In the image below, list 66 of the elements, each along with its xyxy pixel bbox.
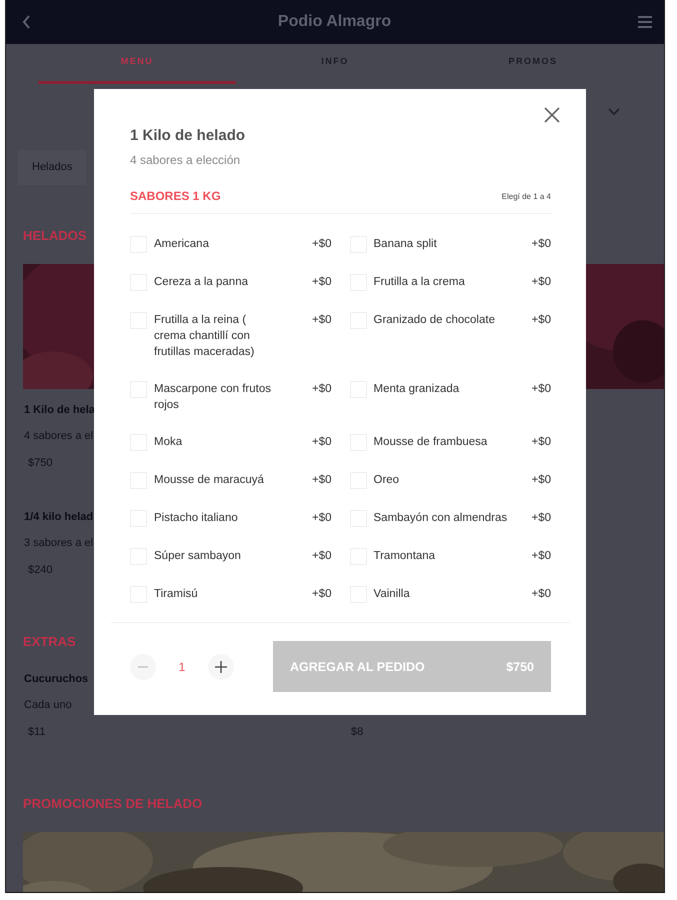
group-title: SABORES 1 KG [130, 189, 221, 203]
back-icon[interactable] [22, 15, 31, 29]
modal-title: 1 Kilo de helado [130, 127, 246, 144]
tab[interactable]: MENU [38, 44, 236, 84]
close-button[interactable] [544, 107, 560, 123]
option-name: Cereza a la panna [154, 275, 248, 290]
option-name: Menta granizada [374, 382, 460, 397]
section-heading: PROMOCIONES DE HELADO [23, 796, 202, 811]
category-chip[interactable]: Helados [18, 150, 86, 185]
app-title: Podio Almagro [278, 13, 392, 31]
option-name: Sambayón con almendras [374, 511, 508, 526]
option-price: +$0 [312, 587, 332, 602]
option-name: Pistacho italiano [154, 511, 238, 526]
option-price: +$0 [312, 473, 332, 488]
option-price: +$0 [531, 435, 551, 450]
plus-icon [215, 660, 227, 672]
option-price: +$0 [531, 237, 551, 252]
option-price: +$0 [531, 587, 551, 602]
option-price: +$0 [531, 382, 551, 397]
option-price: +$0 [312, 382, 332, 397]
option-price: +$0 [531, 473, 551, 488]
option-name: Vainilla [374, 587, 410, 602]
option-price: +$0 [312, 237, 332, 252]
option-price: +$0 [312, 435, 332, 450]
option-name: Súper sambayon [154, 549, 241, 564]
option-name: Tiramisú [154, 587, 198, 602]
chevron-down-icon[interactable] [608, 108, 620, 116]
option-name: Moka [154, 435, 182, 450]
option-price: +$0 [531, 549, 551, 564]
option-name: Frutilla a la reina ( crema chantillí con frutillas maceradas) [154, 313, 256, 360]
product-price: $750 [28, 457, 52, 470]
option-price: +$0 [312, 275, 332, 290]
add-to-order-button[interactable]: AGREGAR AL PEDIDO $750 [273, 641, 551, 692]
option-name: Mousse de maracuyá [154, 473, 264, 488]
option-name: Banana split [374, 237, 437, 252]
option-price: +$0 [312, 313, 332, 328]
menu-icon[interactable] [638, 16, 652, 28]
option-price: +$0 [531, 313, 551, 328]
product-price: $11 [28, 726, 46, 739]
modal-subtitle: 4 sabores a elección [130, 153, 242, 167]
option-name: Mousse de frambuesa [374, 435, 488, 450]
section-heading: EXTRAS [23, 634, 76, 649]
section-heading: HELADOS [23, 228, 87, 243]
product-description: 4 sabores a el [24, 430, 94, 443]
product-name[interactable]: 1 Kilo de hela [24, 404, 95, 417]
option-price: +$0 [312, 549, 332, 564]
option-name: Granizado de chocolate [374, 313, 495, 328]
option-name: Frutilla a la crema [374, 275, 465, 290]
product-name[interactable]: Cucuruchos [24, 673, 88, 686]
product-price: $240 [28, 564, 52, 577]
option-price: +$0 [312, 511, 332, 526]
product-price: $8 [351, 726, 364, 739]
product-description: Cada uno [24, 699, 72, 712]
option-name: Oreo [374, 473, 400, 488]
decrease-button[interactable] [130, 654, 156, 680]
option-price: +$0 [531, 275, 551, 290]
option-name: Tramontana [374, 549, 436, 564]
selection-hint: Elegí de 1 a 4 [502, 192, 551, 200]
product-name[interactable]: 1/4 kilo helad [24, 511, 94, 524]
minus-icon [138, 666, 148, 668]
quantity-value: 1 [178, 660, 186, 674]
option-name: Americana [154, 237, 209, 252]
option-price: +$0 [531, 511, 551, 526]
product-description: 3 sabores a el [24, 537, 94, 550]
option-name: Mascarpone con frutos rojos [154, 382, 272, 413]
increase-button[interactable] [208, 654, 234, 680]
